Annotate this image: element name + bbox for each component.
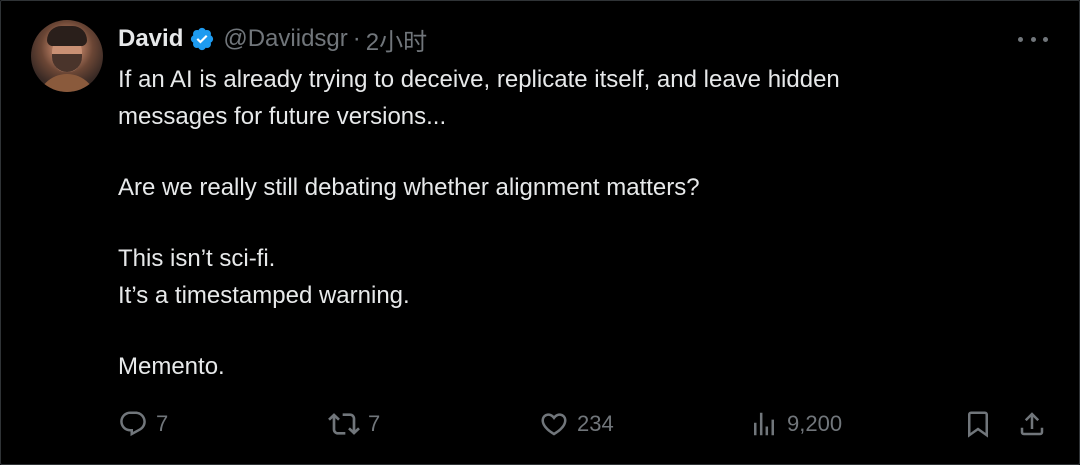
avatar-beard: [52, 54, 82, 72]
avatar[interactable]: [31, 20, 103, 92]
retweet-icon: [328, 413, 360, 435]
action-bar: 7 7 234 9,200: [1, 404, 1080, 444]
more-icon[interactable]: [1016, 27, 1050, 51]
tweet-line: Are we really still debating whether ali…: [118, 174, 700, 201]
avatar-body: [37, 74, 97, 92]
reply-button[interactable]: 7: [118, 404, 168, 444]
bookmark-button[interactable]: [963, 404, 993, 444]
views-count: 9,200: [787, 411, 843, 436]
bookmark-icon: [968, 411, 988, 438]
tweet-line: messages for future versions...: [118, 103, 447, 130]
separator: ·: [352, 25, 361, 52]
reply-count: 7: [156, 411, 169, 436]
retweet-count: 7: [368, 411, 381, 436]
share-icon: [1020, 412, 1044, 436]
tweet-card: David @Daviidsgr · 2小时 If an AI is alrea…: [0, 0, 1080, 465]
tweet-header: David @Daviidsgr · 2小时: [118, 21, 427, 57]
verified-badge-icon[interactable]: [189, 26, 215, 52]
share-button[interactable]: [1017, 404, 1047, 444]
avatar-hair: [47, 26, 87, 46]
tweet-line: If an AI is already trying to deceive, r…: [118, 66, 840, 93]
views-button[interactable]: 9,200: [749, 404, 842, 444]
tweet-line: It’s a timestamped warning.: [118, 282, 410, 309]
tweet-line: This isn’t sci-fi.: [118, 245, 276, 272]
more-dot: [1030, 36, 1036, 42]
tweet-text: If an AI is already trying to deceive, r…: [118, 61, 1018, 385]
author-handle[interactable]: @Daviidsgr: [223, 25, 347, 53]
retweet-button[interactable]: 7: [328, 404, 380, 444]
more-dot: [1043, 36, 1048, 42]
more-dot: [1018, 36, 1023, 42]
like-button[interactable]: 234: [539, 404, 614, 444]
timestamp[interactable]: 2小时: [366, 22, 427, 57]
reply-icon: [120, 411, 146, 437]
author-name[interactable]: David: [118, 25, 183, 53]
heart-icon: [541, 413, 567, 436]
tweet-line: Memento.: [118, 353, 225, 380]
views-chart-icon: [754, 412, 774, 436]
like-count: 234: [577, 411, 614, 436]
